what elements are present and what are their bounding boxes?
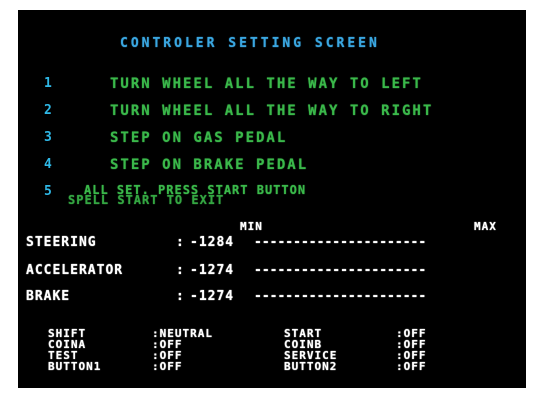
step-item: 1 TURN WHEEL ALL THE WAY TO LEFT [18,76,526,96]
axis-name: BRAKE [26,289,71,304]
step-item: 4 STEP ON BRAKE PEDAL [18,157,526,177]
switch-name: BUTTON2 [284,360,338,373]
step-number: 5 [44,184,52,199]
step-text: TURN WHEEL ALL THE WAY TO RIGHT [110,103,434,119]
axis-value: -1274 [190,289,235,304]
axis-bar: ---------------------- [254,263,427,278]
axis-name: STEERING [26,235,97,250]
step-number: 2 [44,103,52,118]
switch-name: BUTTON1 [48,360,102,373]
axis-separator: : [176,263,185,278]
min-label: MIN [240,220,263,233]
switch-value: :OFF [152,360,183,373]
step-text: TURN WHEEL ALL THE WAY TO LEFT [110,76,423,92]
step-item: 5 ALL SET. PRESS START BUTTON SPELL STAR… [18,183,526,212]
step-item: 3 STEP ON GAS PEDAL [18,130,526,150]
axis-bar: ---------------------- [254,235,427,250]
axis-row-accelerator: ACCELERATOR : -1274 --------------------… [18,263,526,281]
screen-title: CONTROLER SETTING SCREEN [120,36,380,51]
axis-row-brake: BRAKE : -1274 ---------------------- [18,289,526,307]
switch-value: :OFF [396,360,427,373]
controller-setting-screen: CONTROLER SETTING SCREEN 1 TURN WHEEL AL… [18,10,526,388]
step-text: SPELL START TO EXIT [68,193,225,207]
step-number: 3 [44,130,52,145]
max-label: MAX [474,220,497,233]
axis-name: ACCELERATOR [26,263,124,278]
step-number: 1 [44,76,52,91]
switch-panel: SHIFT :NEUTRAL COINA :OFF TEST :OFF BUTT… [18,328,526,384]
axis-separator: : [176,235,185,250]
axis-separator: : [176,289,185,304]
axis-row-steering: STEERING : -1284 ---------------------- [18,235,526,253]
step-text: STEP ON GAS PEDAL [110,130,288,146]
step-item: 2 TURN WHEEL ALL THE WAY TO RIGHT [18,103,526,123]
step-number: 4 [44,157,52,172]
axis-value: -1284 [190,235,235,250]
step-text: STEP ON BRAKE PEDAL [110,157,309,173]
axis-value: -1274 [190,263,235,278]
axis-bar: ---------------------- [254,289,427,304]
